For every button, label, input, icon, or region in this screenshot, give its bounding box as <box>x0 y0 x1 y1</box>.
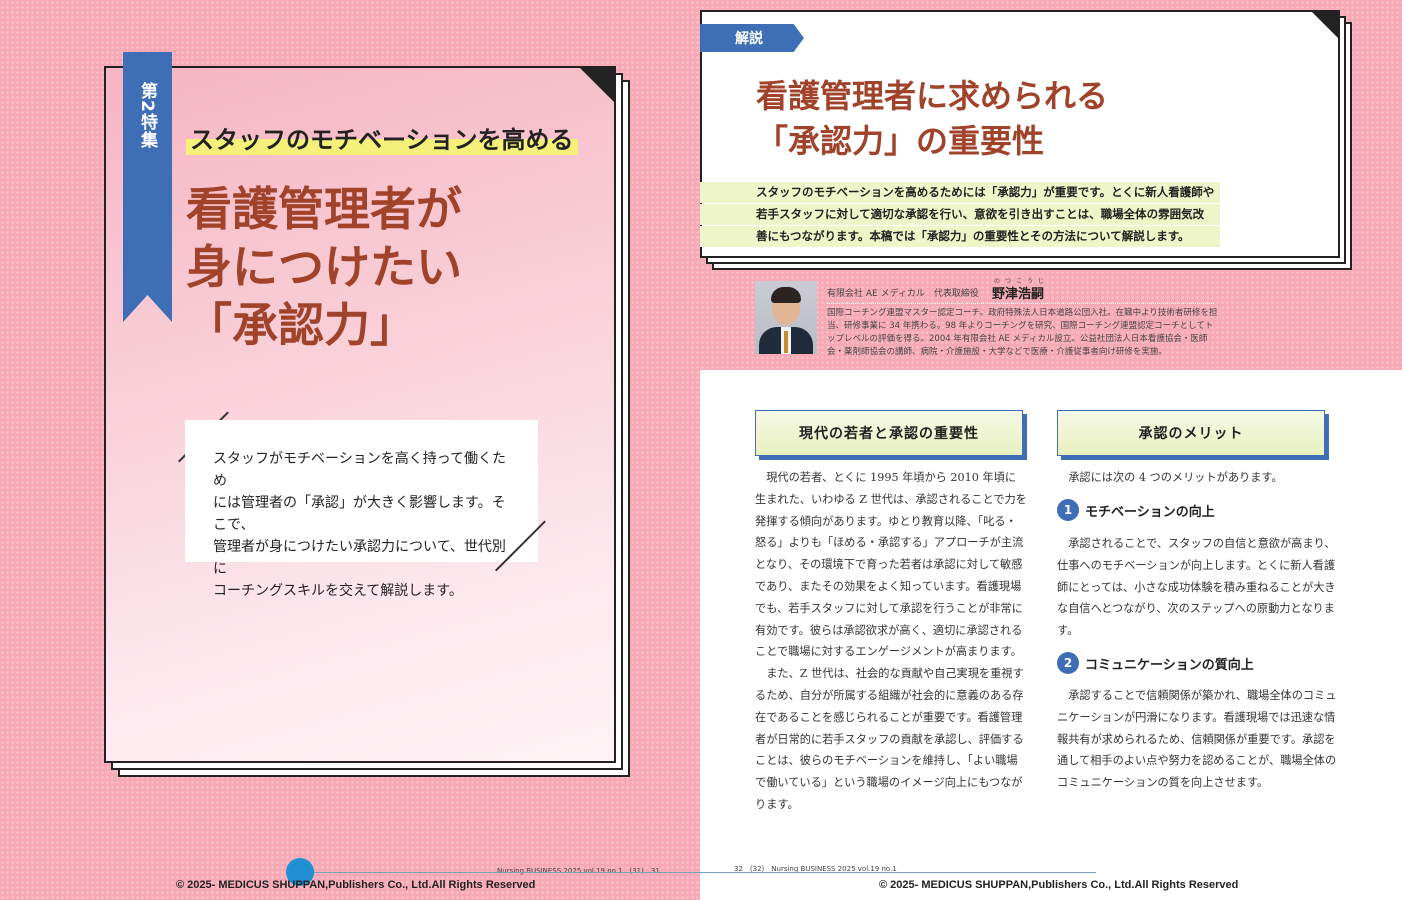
body-paragraph: 現代の若者、とくに 1995 年頃から 2010 年頃に生まれた、いわゆる Z … <box>755 471 1027 659</box>
page-scrubber-track[interactable] <box>300 872 1096 873</box>
lead-line: 管理者が身につけたい承認力について、世代別に <box>213 539 506 577</box>
article-lead-line: 善にもつながります。本稿では「承認力」の重要性とその方法について解説します。 <box>700 226 1220 247</box>
author-photo <box>755 281 817 354</box>
article-title: 看護管理者に求められる 「承認力」の重要性 <box>756 74 1108 164</box>
folded-corner <box>1310 10 1340 40</box>
author-affiliation: 有限会社 AE メディカル 代表取締役 <box>827 289 979 299</box>
article-lead: スタッフのモチベーションを高めるためには「承認力」が重要です。とくに新人看護師や… <box>700 182 1220 248</box>
feature-title-line: 「承認力」 <box>186 298 416 352</box>
merit-body: 承認されることで、スタッフの自信と意欲が高まり、仕事へのモチベーションが向上しま… <box>1057 537 1336 638</box>
body-paragraph: また、Z 世代は、社会的な貢献や自己実現を重視するため、自分が所属する組織が社会… <box>755 667 1024 811</box>
lead-line: には管理者の「承認」が大きく影響します。そこで、 <box>213 495 506 533</box>
folded-corner <box>578 66 616 104</box>
author-divider <box>827 303 1214 304</box>
feature-lead: スタッフがモチベーションを高く持って働くため には管理者の「承認」が大きく影響し… <box>185 420 538 599</box>
lead-line: スタッフがモチベーションを高く持って働くため <box>213 451 507 489</box>
merit-heading: 2 コミュニケーションの質向上 <box>1057 652 1254 674</box>
merits-intro: 承認には次の 4 つのメリットがあります。 <box>1068 471 1283 484</box>
lead-line: コーチングスキルを交えて解説します。 <box>213 583 463 599</box>
cover-card <box>104 66 616 763</box>
author-bio: 国際コーチング連盟マスター認定コーチ。政府特殊法人日本道路公団入社。在職中より技… <box>827 308 1218 357</box>
merit-number-badge: 1 <box>1057 499 1079 521</box>
article-header-area: 解説 看護管理者に求められる 「承認力」の重要性 スタッフのモチベーションを高め… <box>700 0 1402 370</box>
copyright-left: © 2025- MEDICUS SHUPPAN,Publishers Co., … <box>176 879 536 891</box>
feature-ribbon-label: 第2特集 <box>137 82 157 149</box>
section-body-young-generation: 現代の若者、とくに 1995 年頃から 2010 年頃に生まれた、いわゆる Z … <box>755 467 1027 816</box>
article-lead-line: スタッフのモチベーションを高めるためには「承認力」が重要です。とくに新人看護師や <box>700 182 1220 203</box>
merit-number-badge: 2 <box>1057 652 1079 674</box>
merit-title: モチベーションの向上 <box>1085 504 1215 520</box>
merit-heading: 1 モチベーションの向上 <box>1057 499 1215 521</box>
article-title-line: 看護管理者に求められる <box>756 77 1109 115</box>
page-folio-left: Nursing BUSINESS 2025 vol.19 no.1 (31) 3… <box>497 867 660 875</box>
merit-body: 承認することで信頼関係が築かれ、職場全体のコミュニケーションが円滑になります。看… <box>1057 689 1337 790</box>
author-name: 野津浩嗣 <box>992 287 1045 302</box>
feature-title-line: 看護管理者が <box>186 182 462 236</box>
merit-title: コミュニケーションの質向上 <box>1085 657 1254 673</box>
section-heading-young-generation: 現代の若者と承認の重要性 <box>755 410 1023 456</box>
section-heading-merits: 承認のメリット <box>1057 410 1325 456</box>
article-category-tag: 解説 <box>700 24 804 52</box>
article-lead-line: 若手スタッフに対して適切な承認を行い、意欲を引き出すことは、職場全体の雰囲気改 <box>700 204 1220 225</box>
feature-subtitle: スタッフのモチベーションを高める <box>186 120 578 155</box>
feature-title: 看護管理者が 身につけたい 「承認力」 <box>186 180 586 354</box>
feature-ribbon: 第2特集 <box>123 52 172 322</box>
right-page: 解説 看護管理者に求められる 「承認力」の重要性 スタッフのモチベーションを高め… <box>700 0 1402 900</box>
left-page: 第2特集 スタッフのモチベーションを高める 看護管理者が 身につけたい 「承認力… <box>0 0 700 900</box>
feature-title-line: 身につけたい <box>186 240 462 294</box>
article-title-line: 「承認力」の重要性 <box>756 122 1045 160</box>
copyright-right: © 2025- MEDICUS SHUPPAN,Publishers Co., … <box>879 879 1239 891</box>
